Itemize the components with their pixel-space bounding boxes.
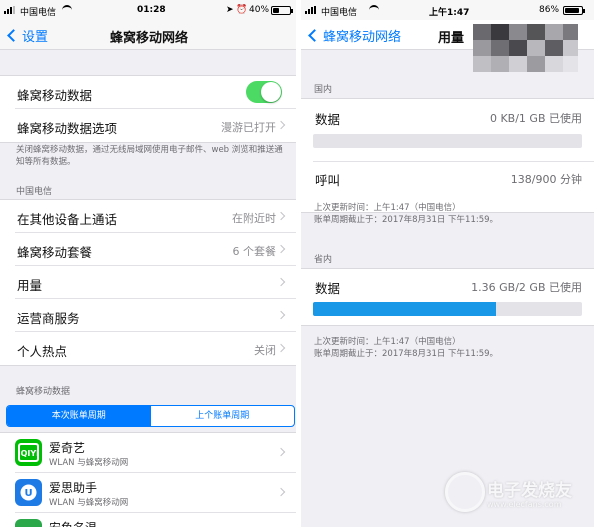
pixelated-redaction	[473, 24, 578, 72]
left-screen: 中国电信 01:28 ➤ ⏰ 40% 设置 蜂窝移动网络 蜂窝移动数据 蜂窝移动…	[0, 0, 296, 527]
cellular-data-note: 关闭蜂窝移动数据，通过无线局域网使用电子邮件、web 浏览和推送通知等所有数据。	[16, 145, 283, 167]
svg-text:U: U	[24, 488, 32, 499]
app-name: 爱奇艺	[49, 441, 86, 455]
app-list: iQIYI 爱奇艺 WLAN 与蜂窝移动网 U 爱思助手 WLAN 与蜂窝移动网…	[0, 432, 296, 527]
status-bar: 中国电信 上午1:47 86%	[301, 0, 594, 20]
chevron-right-icon	[276, 120, 286, 130]
calls-label: 呼叫	[315, 173, 341, 188]
app-row[interactable]: iQIYI 爱奇艺 WLAN 与蜂窝移动网	[15, 433, 296, 473]
chevron-right-icon	[276, 487, 286, 497]
settings-row-label: 运营商服务	[17, 311, 80, 326]
battery-percent: 86%	[539, 5, 560, 15]
iqiyi-icon: iQIYI	[15, 439, 42, 466]
segment-previous-period[interactable]: 上个账单周期	[151, 406, 295, 426]
carrier-name: 中国电信	[321, 8, 358, 18]
data-usage-value: 1.36 GB/2 GB 已使用	[471, 281, 582, 294]
back-button[interactable]: 蜂窝移动网络	[308, 26, 402, 45]
chevron-right-icon	[276, 244, 286, 254]
province-header: 省内	[314, 255, 333, 265]
settings-row-value: 在附近时	[232, 212, 276, 225]
settings-row-label: 在其他设备上通话	[17, 212, 118, 227]
watermark-url: www.elecfans.com	[487, 500, 562, 509]
usage-bar-fill	[313, 302, 496, 316]
cellular-data-label: 蜂窝移动数据	[17, 88, 93, 103]
app-name: 安鱼名温	[49, 519, 97, 527]
carrier-section-header: 中国电信	[16, 187, 53, 197]
cellular-data-options-row[interactable]: 蜂窝移动数据选项 漫游已打开	[15, 109, 296, 142]
status-time: 01:28	[137, 5, 166, 15]
carrier-name: 中国电信	[20, 8, 57, 18]
data-usage-value: 0 KB/1 GB 已使用	[489, 112, 582, 125]
chevron-left-icon	[308, 29, 321, 42]
alarm-icon: ⏰	[236, 5, 248, 15]
app-network: WLAN 与蜂窝移动网	[49, 458, 129, 468]
cellular-data-group: 蜂窝移动数据 蜂窝移动数据选项 漫游已打开	[0, 75, 296, 143]
settings-row-value: 关闭	[254, 344, 276, 357]
settings-row[interactable]: 蜂窝移动套餐 6 个套餐	[15, 233, 296, 266]
domestic-last-update: 上次更新时间：上午1:47（中国电信）	[314, 203, 461, 213]
app-network: WLAN 与蜂窝移动网	[49, 498, 129, 508]
watermark-text: 电子发烧友	[487, 481, 572, 501]
data-label: 数据	[315, 281, 341, 296]
app-row[interactable]: U 爱思助手 WLAN 与蜂窝移动网	[15, 473, 296, 513]
settings-row-label: 个人热点	[17, 344, 68, 359]
watermark: 电子发烧友 www.elecfans.com	[445, 470, 590, 520]
battery-icon	[271, 6, 293, 15]
settings-row[interactable]: 在其他设备上通话 在附近时	[15, 200, 296, 233]
domestic-header: 国内	[314, 85, 333, 95]
battery-percent: 40%	[249, 5, 270, 15]
chevron-right-icon	[276, 211, 286, 221]
svg-text:iQIYI: iQIYI	[18, 449, 39, 458]
nav-bar: 设置 蜂窝移动网络	[0, 20, 296, 50]
location-icon: ➤	[226, 5, 234, 15]
chevron-right-icon	[276, 277, 286, 287]
settings-row-label: 用量	[17, 278, 43, 293]
toggle-knob	[261, 82, 281, 102]
settings-row[interactable]: 个人热点 关闭	[15, 332, 296, 365]
domestic-data-bar	[313, 134, 582, 148]
settings-row[interactable]: 用量	[15, 266, 296, 299]
app-icon	[15, 519, 42, 527]
battery-icon	[563, 6, 585, 15]
page-title: 蜂窝移动网络	[110, 31, 189, 46]
billing-period-segmented-control: 本次账单周期 上个账单周期	[6, 405, 295, 427]
signal-icon	[4, 6, 16, 14]
cellular-data-toggle[interactable]	[246, 81, 282, 103]
status-bar: 中国电信 01:28 ➤ ⏰ 40%	[0, 0, 296, 20]
i4-assistant-icon: U	[15, 479, 42, 506]
province-data-bar	[313, 302, 582, 316]
chevron-right-icon	[276, 310, 286, 320]
chevron-right-icon	[276, 447, 286, 457]
settings-row-label: 蜂窝移动套餐	[17, 245, 93, 260]
back-label: 设置	[22, 30, 49, 45]
app-row[interactable]: 安鱼名温	[15, 513, 296, 527]
cellular-data-options-value: 漫游已打开	[221, 121, 276, 134]
wifi-icon	[62, 5, 72, 13]
province-period-end: 账单周期截止于：2017年8月31日 下午11:59。	[314, 349, 499, 359]
chevron-left-icon	[7, 29, 20, 42]
right-screen: 中国电信 上午1:47 86% 蜂窝移动网络 用量 国内 数据 0 KB/1 G…	[301, 0, 594, 527]
province-last-update: 上次更新时间：上午1:47（中国电信）	[314, 337, 461, 347]
wifi-icon	[369, 5, 379, 13]
carrier-group: 在其他设备上通话 在附近时 蜂窝移动套餐 6 个套餐 用量 运营商服务 个人热点…	[0, 199, 296, 366]
signal-icon	[305, 6, 317, 14]
page-title: 用量	[438, 31, 465, 46]
status-time: 上午1:47	[429, 8, 470, 18]
cellular-data-row: 蜂窝移动数据	[15, 76, 296, 109]
data-label: 数据	[315, 112, 341, 127]
domestic-usage-group: 数据 0 KB/1 GB 已使用 呼叫 138/900 分钟	[301, 98, 594, 213]
settings-row-value: 6 个套餐	[232, 245, 277, 258]
chevron-right-icon	[276, 343, 286, 353]
settings-row[interactable]: 运营商服务	[15, 299, 296, 332]
segment-current-period[interactable]: 本次账单周期	[7, 406, 151, 426]
province-usage-group: 数据 1.36 GB/2 GB 已使用	[301, 268, 594, 326]
data-section-header: 蜂窝移动数据	[16, 387, 71, 397]
cellular-data-options-label: 蜂窝移动数据选项	[17, 121, 118, 136]
elecfans-logo	[445, 472, 485, 512]
calls-usage-value: 138/900 分钟	[510, 173, 582, 186]
back-button[interactable]: 设置	[7, 26, 49, 45]
back-label: 蜂窝移动网络	[323, 30, 402, 45]
app-name: 爱思助手	[49, 481, 98, 495]
domestic-period-end: 账单周期截止于：2017年8月31日 下午11:59。	[314, 215, 499, 225]
